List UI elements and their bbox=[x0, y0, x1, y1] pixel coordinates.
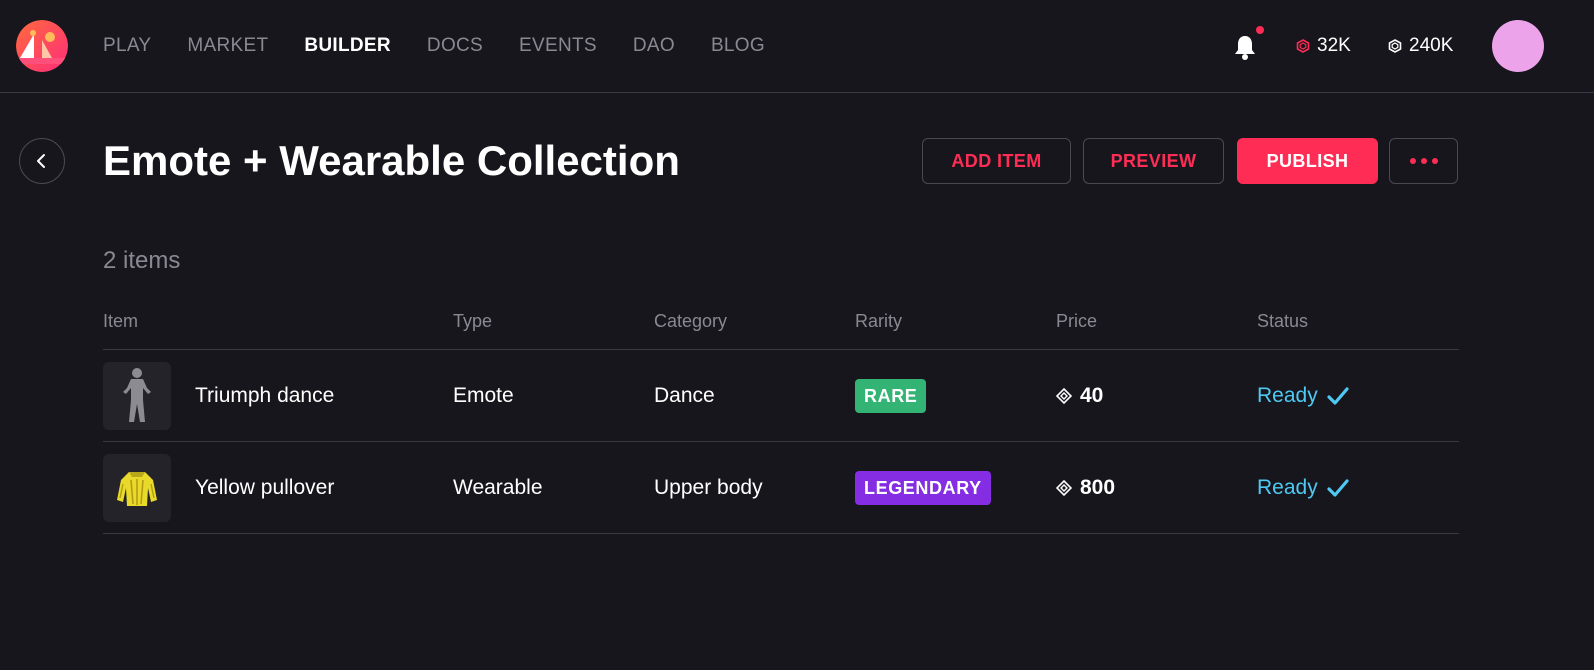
nav-docs[interactable]: DOCS bbox=[427, 35, 483, 57]
column-header-status: Status bbox=[1257, 311, 1309, 331]
table-row[interactable]: Triumph dance Emote Dance RARE 40 Ready bbox=[103, 350, 1459, 442]
column-header-category: Category bbox=[654, 311, 728, 331]
publish-button[interactable]: PUBLISH bbox=[1237, 138, 1378, 184]
checkmark-icon bbox=[1327, 479, 1349, 497]
back-button[interactable] bbox=[19, 138, 65, 184]
decentraland-logo[interactable] bbox=[16, 20, 68, 72]
main-nav: PLAY MARKET BUILDER DOCS EVENTS DAO BLOG bbox=[103, 35, 801, 57]
notifications-bell-icon[interactable] bbox=[1232, 33, 1258, 61]
notification-dot bbox=[1256, 26, 1264, 34]
mana-icon bbox=[1056, 388, 1072, 404]
nav-play[interactable]: PLAY bbox=[103, 35, 151, 57]
item-count: 2 items bbox=[103, 247, 181, 274]
item-thumbnail bbox=[103, 454, 171, 522]
rarity-badge: LEGENDARY bbox=[855, 471, 991, 505]
user-avatar[interactable] bbox=[1492, 20, 1544, 72]
chevron-left-icon bbox=[37, 154, 45, 168]
checkmark-icon bbox=[1327, 387, 1349, 405]
price-value: 800 bbox=[1080, 476, 1116, 499]
status-text: Ready bbox=[1257, 384, 1318, 407]
add-item-button[interactable]: ADD ITEM bbox=[922, 138, 1071, 184]
item-price: 40 bbox=[1056, 384, 1103, 408]
nav-blog[interactable]: BLOG bbox=[711, 35, 765, 57]
mana-ethereum-icon bbox=[1296, 39, 1310, 53]
logo-icon bbox=[16, 20, 68, 72]
top-navbar: PLAY MARKET BUILDER DOCS EVENTS DAO BLOG… bbox=[0, 0, 1594, 93]
table-header: Item Type Category Rarity Price Status bbox=[103, 310, 1459, 350]
item-thumbnail bbox=[103, 362, 171, 430]
more-dots-icon bbox=[1409, 158, 1438, 164]
item-price: 800 bbox=[1056, 476, 1115, 500]
item-type: Wearable bbox=[453, 476, 543, 499]
item-name: Yellow pullover bbox=[195, 476, 335, 499]
column-header-rarity: Rarity bbox=[855, 311, 903, 331]
price-value: 40 bbox=[1080, 384, 1104, 407]
nav-dao[interactable]: DAO bbox=[633, 35, 675, 57]
column-header-price: Price bbox=[1056, 311, 1098, 331]
rarity-badge: RARE bbox=[855, 379, 927, 413]
nav-market[interactable]: MARKET bbox=[187, 35, 268, 57]
item-category: Upper body bbox=[654, 476, 763, 499]
item-name: Triumph dance bbox=[195, 384, 335, 407]
mana-polygon-value: 240K bbox=[1409, 35, 1454, 56]
item-status: Ready bbox=[1257, 384, 1350, 408]
column-header-item: Item bbox=[103, 311, 139, 331]
item-status: Ready bbox=[1257, 476, 1350, 500]
pullover-icon bbox=[117, 472, 157, 506]
mana-polygon-icon bbox=[1388, 39, 1402, 53]
column-header-type: Type bbox=[453, 311, 493, 331]
item-category: Dance bbox=[654, 384, 715, 407]
mana-balance-polygon[interactable]: 240K bbox=[1388, 35, 1453, 57]
page-title: Emote + Wearable Collection bbox=[103, 137, 680, 184]
mana-balance-ethereum[interactable]: 32K bbox=[1296, 35, 1351, 57]
nav-events[interactable]: EVENTS bbox=[519, 35, 597, 57]
nav-builder[interactable]: BUILDER bbox=[304, 35, 391, 57]
mana-icon bbox=[1056, 480, 1072, 496]
mana-ethereum-value: 32K bbox=[1317, 35, 1351, 56]
preview-button[interactable]: PREVIEW bbox=[1083, 138, 1224, 184]
items-table: Item Type Category Rarity Price Status T… bbox=[103, 310, 1459, 534]
more-options-button[interactable] bbox=[1389, 138, 1458, 184]
emote-figure-icon bbox=[123, 368, 151, 422]
status-text: Ready bbox=[1257, 476, 1318, 499]
item-type: Emote bbox=[453, 384, 514, 407]
table-row[interactable]: Yellow pullover Wearable Upper body LEGE… bbox=[103, 442, 1459, 534]
